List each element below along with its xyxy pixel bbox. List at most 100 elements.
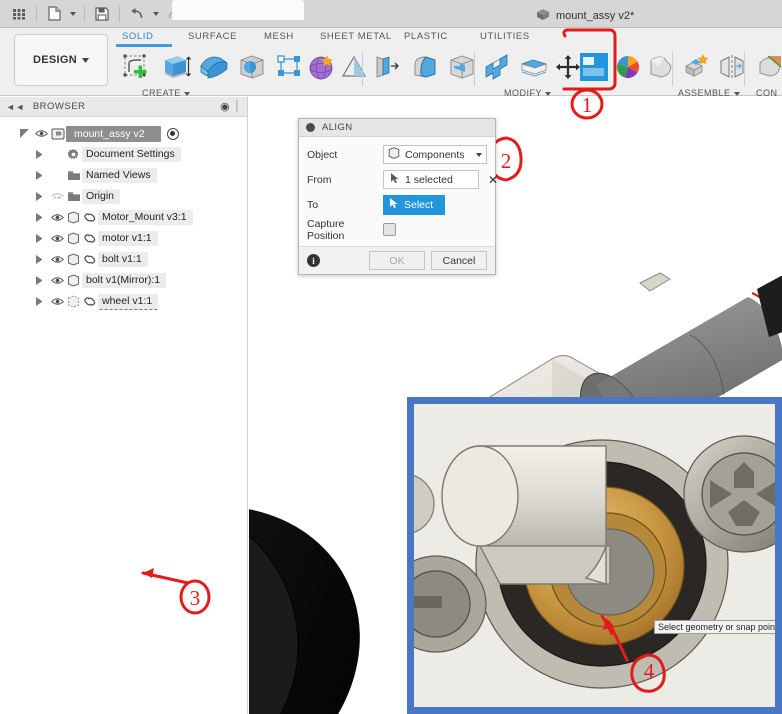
align-dialog-titlebar: ALIGN <box>299 119 495 137</box>
browser-resize-handle[interactable]: │ <box>234 101 241 112</box>
tree-item-root[interactable]: mount_assy v2 <box>0 123 247 144</box>
from-selection-field[interactable]: 1 selected <box>383 170 479 189</box>
to-select-label: Select <box>404 198 434 211</box>
fusion360-window: DESIGN SOLID SURFACE MESH SHEET METAL PL… <box>0 0 782 714</box>
grid-apps-icon[interactable] <box>8 3 30 25</box>
extrude-icon[interactable] <box>156 48 196 86</box>
mirror-icon[interactable] <box>712 48 752 86</box>
component-icon <box>65 274 82 287</box>
tree-root-label: mount_assy v2 <box>66 125 161 142</box>
ok-button[interactable]: OK <box>369 251 425 270</box>
visibility-eye-icon[interactable] <box>50 276 65 285</box>
tab-sheet-metal[interactable]: SHEET METAL <box>320 31 392 42</box>
component-icon <box>65 211 82 224</box>
expand-triangle-icon[interactable] <box>36 276 45 285</box>
ribbon-tabstrip: SOLID SURFACE MESH SHEET METAL PLASTIC U… <box>116 28 782 98</box>
new-file-dropdown-icon[interactable] <box>67 3 78 25</box>
sheet-metal-flange-icon[interactable] <box>368 48 408 86</box>
chevron-down-icon <box>81 54 89 66</box>
document-title-text: mount_assy v2* <box>556 10 635 22</box>
info-icon[interactable]: i <box>307 254 320 267</box>
browser-options-icon[interactable]: ◉ <box>220 100 230 113</box>
expand-triangle-icon[interactable] <box>36 234 45 243</box>
object-dropdown[interactable]: Components <box>383 145 487 164</box>
expand-triangle-icon[interactable] <box>36 171 45 180</box>
press-pull-icon[interactable] <box>478 48 518 86</box>
design-workspace-tab[interactable] <box>172 0 304 20</box>
plastic-boss-icon[interactable] <box>442 48 482 86</box>
expand-triangle-icon[interactable] <box>36 255 45 264</box>
quick-access-toolbar <box>0 0 782 28</box>
expand-triangle-icon[interactable] <box>36 297 45 306</box>
align-dialog-body: Object Components From 1 selected ✕ To S… <box>299 137 498 246</box>
workspace-label: DESIGN <box>33 54 77 66</box>
component-icon <box>65 232 82 245</box>
ribbon-divider-2 <box>474 52 475 86</box>
tree-item-origin[interactable]: Origin <box>0 186 247 207</box>
tree-item-bolt[interactable]: bolt v1:1 <box>0 249 247 270</box>
magnified-inset-view[interactable]: Select geometry or snap point on oth <box>407 397 782 714</box>
plastic-rib-icon[interactable] <box>406 48 446 86</box>
align-dialog[interactable]: ALIGN Object Components From 1 selected … <box>298 118 498 275</box>
dialog-pin-icon[interactable] <box>306 123 315 132</box>
visibility-eye-icon[interactable] <box>34 129 49 138</box>
patch-icon[interactable] <box>194 48 234 86</box>
tree-item-label: motor v1:1 <box>98 231 158 246</box>
tree-item-named-views[interactable]: Named Views <box>0 165 247 186</box>
qat-divider-2 <box>84 5 85 22</box>
expand-triangle-icon[interactable] <box>20 129 29 138</box>
capture-position-checkbox[interactable] <box>383 223 396 236</box>
capture-position-label: Capture Position <box>307 217 345 242</box>
tree-item-wheel[interactable]: wheel v1:1 <box>0 291 247 312</box>
workspace-selector[interactable]: DESIGN <box>14 34 108 86</box>
create-sketch-icon[interactable] <box>116 48 156 86</box>
undo-dropdown-icon[interactable] <box>150 3 161 25</box>
chevron-down-icon <box>476 152 482 157</box>
expand-triangle-icon[interactable] <box>36 213 45 222</box>
visibility-eye-off-icon[interactable] <box>50 192 65 201</box>
collapse-left-icon[interactable]: ◄◄ <box>6 102 25 112</box>
to-select-button[interactable]: Select <box>383 194 446 215</box>
align-dialog-title: ALIGN <box>322 122 353 133</box>
tab-solid[interactable]: SOLID <box>122 31 154 42</box>
root-activate-radio[interactable] <box>166 127 179 140</box>
joint-icon[interactable] <box>750 48 782 86</box>
tree-item-document-settings[interactable]: Document Settings <box>0 144 247 165</box>
qat-divider-3 <box>119 5 120 22</box>
tree-item-label: Named Views <box>82 168 157 183</box>
gear-icon <box>65 148 82 161</box>
browser-tree: mount_assy v2 Document Settings Named Vi… <box>0 117 247 312</box>
align-dialog-footer: i OK Cancel <box>299 246 495 274</box>
expand-triangle-icon[interactable] <box>36 150 45 159</box>
inset-scene <box>414 404 775 707</box>
tab-surface[interactable]: SURFACE <box>188 31 237 42</box>
cancel-button[interactable]: Cancel <box>431 251 487 270</box>
browser-title: BROWSER <box>32 101 86 112</box>
visibility-eye-icon[interactable] <box>50 255 65 264</box>
tree-item-motor[interactable]: motor v1:1 <box>0 228 247 249</box>
expand-triangle-icon[interactable] <box>36 192 45 201</box>
surface-revolve-icon[interactable] <box>232 48 272 86</box>
physical-material-icon[interactable] <box>640 48 680 86</box>
tree-item-motor-mount[interactable]: Motor_Mount v3:1 <box>0 207 247 228</box>
save-icon[interactable] <box>91 3 113 25</box>
qat-divider-1 <box>36 5 37 22</box>
clear-from-selection-icon[interactable]: ✕ <box>488 174 498 186</box>
tab-mesh[interactable]: MESH <box>264 31 294 42</box>
visibility-eye-icon[interactable] <box>50 297 65 306</box>
undo-icon[interactable] <box>126 3 148 25</box>
link-icon <box>82 296 98 307</box>
visibility-eye-icon[interactable] <box>50 213 65 222</box>
component-icon <box>65 253 82 266</box>
new-file-icon[interactable] <box>43 3 65 25</box>
document-cube-icon <box>536 8 550 24</box>
ribbon-divider-1 <box>362 52 363 86</box>
tree-item-label: Document Settings <box>82 147 181 162</box>
browser-header: ◄◄ BROWSER ◉ │ <box>0 97 247 117</box>
tab-utilities[interactable]: UTILITIES <box>480 31 530 42</box>
active-tab-underline <box>116 44 172 47</box>
tab-plastic[interactable]: PLASTIC <box>404 31 448 42</box>
tree-item-bolt-mirror[interactable]: bolt v1(Mirror):1 <box>0 270 247 291</box>
visibility-eye-icon[interactable] <box>50 234 65 243</box>
tree-item-label: Motor_Mount v3:1 <box>98 210 193 225</box>
